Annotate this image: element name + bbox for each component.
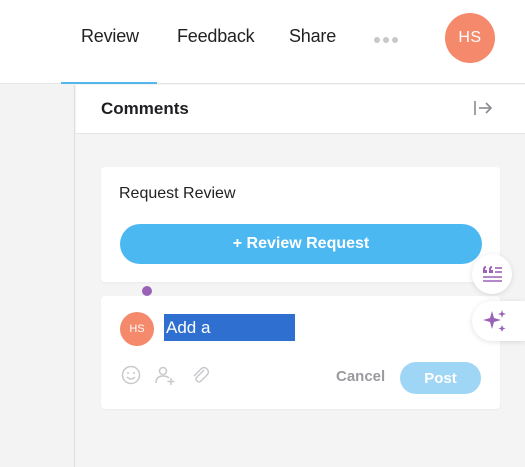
panel-title: Comments	[101, 99, 189, 118]
comment-composer: HS Add a comment... Cancel Post	[101, 296, 500, 409]
top-bar: Review Feedback Share HS	[0, 0, 525, 84]
cancel-button[interactable]: Cancel	[336, 368, 385, 385]
comment-input[interactable]: Add a comment...	[164, 314, 295, 364]
attachment-icon[interactable]	[189, 364, 211, 386]
request-review-heading: Request Review	[119, 185, 236, 202]
more-dots-icon[interactable]	[374, 36, 398, 44]
comments-header: Comments	[76, 85, 525, 134]
comments-panel: Comments Request Review + Review Request…	[76, 85, 525, 467]
active-tab-indicator	[61, 82, 157, 84]
tab-review[interactable]: Review	[81, 26, 139, 47]
quote-list-icon	[483, 266, 502, 282]
request-review-card: Request Review + Review Request	[101, 167, 500, 282]
composer-avatar: HS	[120, 312, 154, 346]
ai-assist-button[interactable]	[472, 301, 525, 341]
sparkles-icon	[482, 310, 506, 332]
left-gutter	[0, 85, 75, 467]
emoji-icon[interactable]	[120, 364, 142, 386]
tab-share[interactable]: Share	[289, 26, 336, 47]
mention-user-icon[interactable]	[154, 364, 176, 386]
quote-list-button[interactable]	[472, 254, 512, 294]
review-request-button[interactable]: + Review Request	[120, 224, 482, 264]
collapse-right-icon[interactable]	[472, 97, 494, 119]
tab-feedback[interactable]: Feedback	[177, 26, 255, 47]
user-avatar[interactable]: HS	[445, 13, 495, 63]
post-button[interactable]: Post	[400, 362, 481, 394]
marker-dot	[142, 286, 152, 296]
